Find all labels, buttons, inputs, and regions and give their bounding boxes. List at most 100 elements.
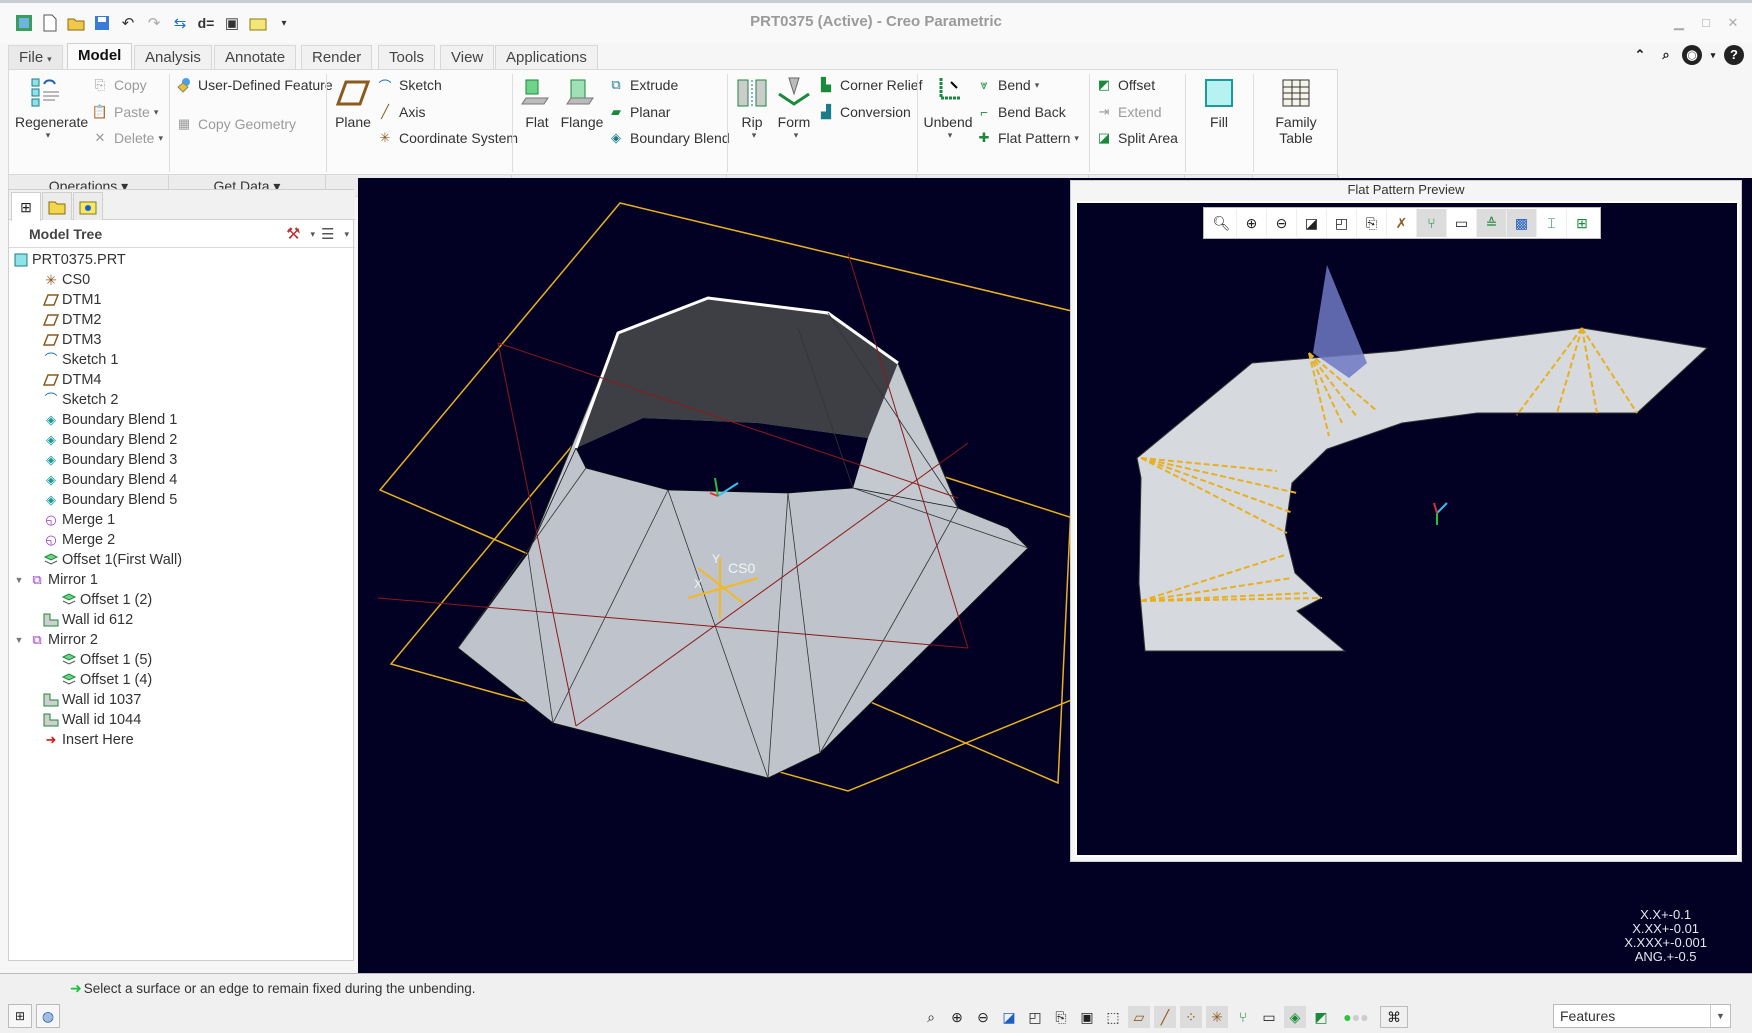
offset-button[interactable]: ◩ Offset xyxy=(1095,76,1155,94)
chevron-down-icon[interactable]: ▾ xyxy=(310,229,315,240)
tree-node[interactable]: Offset 1 (2) xyxy=(9,590,355,610)
view-manager-icon[interactable]: ▣ xyxy=(1076,1006,1098,1028)
chevron-down-icon[interactable]: ▾ xyxy=(344,229,349,240)
split-area-button[interactable]: ◪ Split Area xyxy=(1095,129,1178,147)
tab-model[interactable]: Model xyxy=(67,43,133,69)
flat-button[interactable]: Flat xyxy=(517,76,557,130)
repaint-icon[interactable]: ◪ xyxy=(998,1006,1020,1028)
repaint-icon[interactable]: ◪ xyxy=(1297,209,1327,237)
datum-display-icon[interactable]: ✗ xyxy=(1387,209,1417,237)
bend-back-button[interactable]: ⌐ Bend Back xyxy=(975,103,1066,121)
tree-node[interactable]: ◈ Boundary Blend 3 xyxy=(9,450,355,470)
tree-node[interactable]: ◵ Merge 2 xyxy=(9,530,355,550)
toggle-browser-icon[interactable]: ◍ xyxy=(36,1004,60,1028)
planar-button[interactable]: ▰ Planar xyxy=(607,103,670,121)
tab-view[interactable]: View xyxy=(440,45,495,69)
plane-button[interactable]: Plane xyxy=(331,76,375,130)
family-table-button[interactable]: Family Table xyxy=(1259,76,1333,146)
tab-annotate[interactable]: Annotate xyxy=(214,45,297,69)
zoom-in-icon[interactable]: ⊕ xyxy=(1237,209,1267,237)
csys-label[interactable]: CS0 xyxy=(728,560,755,576)
zoom-out-icon[interactable]: ⊖ xyxy=(972,1006,994,1028)
regenerate-button[interactable]: Regenerate ▾ xyxy=(15,76,88,141)
tree-node[interactable]: ⌒ Sketch 1 xyxy=(9,350,355,370)
search-icon[interactable]: ⌕ xyxy=(1656,45,1676,65)
bend-button[interactable]: ⩔ Bend ▾ xyxy=(975,76,1039,94)
dimensions-icon[interactable]: ⌶ xyxy=(1537,209,1567,237)
flat-pattern-part[interactable] xyxy=(1136,327,1709,652)
find-icon[interactable]: ⌘ xyxy=(1380,1006,1408,1028)
appearance-icon[interactable]: ◈ xyxy=(1284,1006,1306,1028)
tree-node[interactable]: DTM1 xyxy=(9,290,355,310)
tree-node[interactable]: DTM3 xyxy=(9,330,355,350)
csys-display-icon[interactable]: ⑂ xyxy=(1417,209,1447,237)
expand-toggle-icon[interactable]: ▼ xyxy=(13,630,25,650)
tree-node[interactable]: ⌒ Sketch 2 xyxy=(9,390,355,410)
extrude-button[interactable]: ⧉ Extrude xyxy=(607,76,678,94)
tree-node[interactable]: Offset 1 (5) xyxy=(9,650,355,670)
tab-analysis[interactable]: Analysis xyxy=(134,45,212,69)
refit-icon[interactable]: 🔍︎ xyxy=(1207,209,1237,237)
tree-node[interactable]: ▼ ⧉ Mirror 2 xyxy=(9,630,355,650)
help-icon[interactable]: ? xyxy=(1724,45,1744,65)
zoom-out-icon[interactable]: ⊖ xyxy=(1267,209,1297,237)
tree-node[interactable]: ➜ Insert Here xyxy=(9,730,355,750)
tab-render[interactable]: Render xyxy=(301,45,373,69)
saved-orientations-icon[interactable]: ⎘ xyxy=(1357,209,1387,237)
tree-node[interactable]: PRT0375.PRT xyxy=(9,250,355,270)
fill-button[interactable]: Fill xyxy=(1191,76,1247,130)
bend-lines-display-icon[interactable]: ≙ xyxy=(1477,209,1507,237)
tree-node[interactable]: ◈ Boundary Blend 4 xyxy=(9,470,355,490)
paste-button[interactable]: 📋 Paste ▾ xyxy=(91,103,158,121)
selection-filter[interactable]: Features ▼ xyxy=(1553,1004,1731,1028)
conversion-button[interactable]: ▟ Conversion xyxy=(817,103,911,121)
axis-display-icon[interactable]: ╱ xyxy=(1154,1006,1176,1028)
tree-node[interactable]: DTM2 xyxy=(9,310,355,330)
saved-orientations-icon[interactable]: ⎘ xyxy=(1050,1006,1072,1028)
favorites-tab[interactable] xyxy=(73,192,103,220)
csys-display-icon[interactable]: ✳ xyxy=(1206,1006,1228,1028)
annotation-display-icon[interactable]: ▭ xyxy=(1447,209,1477,237)
axis-button[interactable]: ╱ Axis xyxy=(376,103,425,121)
display-style-icon[interactable]: ◰ xyxy=(1327,209,1357,237)
tree-node[interactable]: Wall id 612 xyxy=(9,610,355,630)
chevron-down-icon[interactable]: ▾ xyxy=(1708,45,1718,65)
tree-node[interactable]: ◈ Boundary Blend 5 xyxy=(9,490,355,510)
form-button[interactable]: Form ▾ xyxy=(773,76,815,141)
tree-settings-icon[interactable]: ⚒ xyxy=(286,224,300,244)
sketch-button[interactable]: ⌒ Sketch xyxy=(376,76,441,94)
unbend-button[interactable]: Unbend ▾ xyxy=(923,76,973,141)
show-icon[interactable]: ☰ xyxy=(321,225,334,243)
chevron-down-icon[interactable]: ▼ xyxy=(1710,1005,1730,1027)
spin-center-icon[interactable]: ⑂ xyxy=(1232,1006,1254,1028)
tree-node[interactable]: ◈ Boundary Blend 1 xyxy=(9,410,355,430)
tree-node[interactable]: Offset 1(First Wall) xyxy=(9,550,355,570)
extend-button[interactable]: ⇥ Extend xyxy=(1095,103,1162,121)
collapse-ribbon-icon[interactable]: ⌃ xyxy=(1630,45,1650,65)
zoom-in-icon[interactable]: ⊕ xyxy=(946,1006,968,1028)
close-button[interactable]: ✕ xyxy=(1724,15,1742,30)
tab-applications[interactable]: Applications xyxy=(495,45,598,69)
flat-state-icon[interactable]: ▩ xyxy=(1507,209,1537,237)
copy-button[interactable]: ⎘ Copy xyxy=(91,76,147,94)
folder-browser-tab[interactable] xyxy=(42,192,72,220)
udf-button[interactable]: User-Defined Feature xyxy=(175,76,333,94)
perspective-icon[interactable]: ⬚ xyxy=(1102,1006,1124,1028)
minimize-button[interactable]: ▁ xyxy=(1670,15,1688,30)
expand-toggle-icon[interactable]: ▼ xyxy=(13,570,25,590)
copy-geometry-button[interactable]: ▦ Copy Geometry xyxy=(175,115,296,133)
tab-tools[interactable]: Tools xyxy=(378,45,436,69)
flat-pattern-preview-window[interactable]: Flat Pattern Preview 🔍︎ ⊕ ⊖ ◪ ◰ ⎘ ✗ ⑂ ▭ … xyxy=(1070,180,1742,862)
rip-button[interactable]: Rip ▾ xyxy=(733,76,771,141)
corner-relief-button[interactable]: ▙ Corner Relief xyxy=(817,76,922,94)
flat-pattern-canvas[interactable]: 🔍︎ ⊕ ⊖ ◪ ◰ ⎘ ✗ ⑂ ▭ ≙ ▩ ⌶ ⊞ xyxy=(1075,201,1739,857)
tree-node[interactable]: ✳ CS0 xyxy=(9,270,355,290)
tree-node[interactable]: Wall id 1037 xyxy=(9,690,355,710)
refit-icon[interactable]: ⌕ xyxy=(920,1006,942,1028)
tree-node[interactable]: ◵ Merge 1 xyxy=(9,510,355,530)
learning-connector-icon[interactable]: ◉ xyxy=(1682,45,1702,65)
tree-node[interactable]: ▼ ⧉ Mirror 1 xyxy=(9,570,355,590)
annotation-display-icon[interactable]: ▭ xyxy=(1258,1006,1280,1028)
flange-button[interactable]: Flange xyxy=(559,76,605,130)
tree-node[interactable]: Offset 1 (4) xyxy=(9,670,355,690)
